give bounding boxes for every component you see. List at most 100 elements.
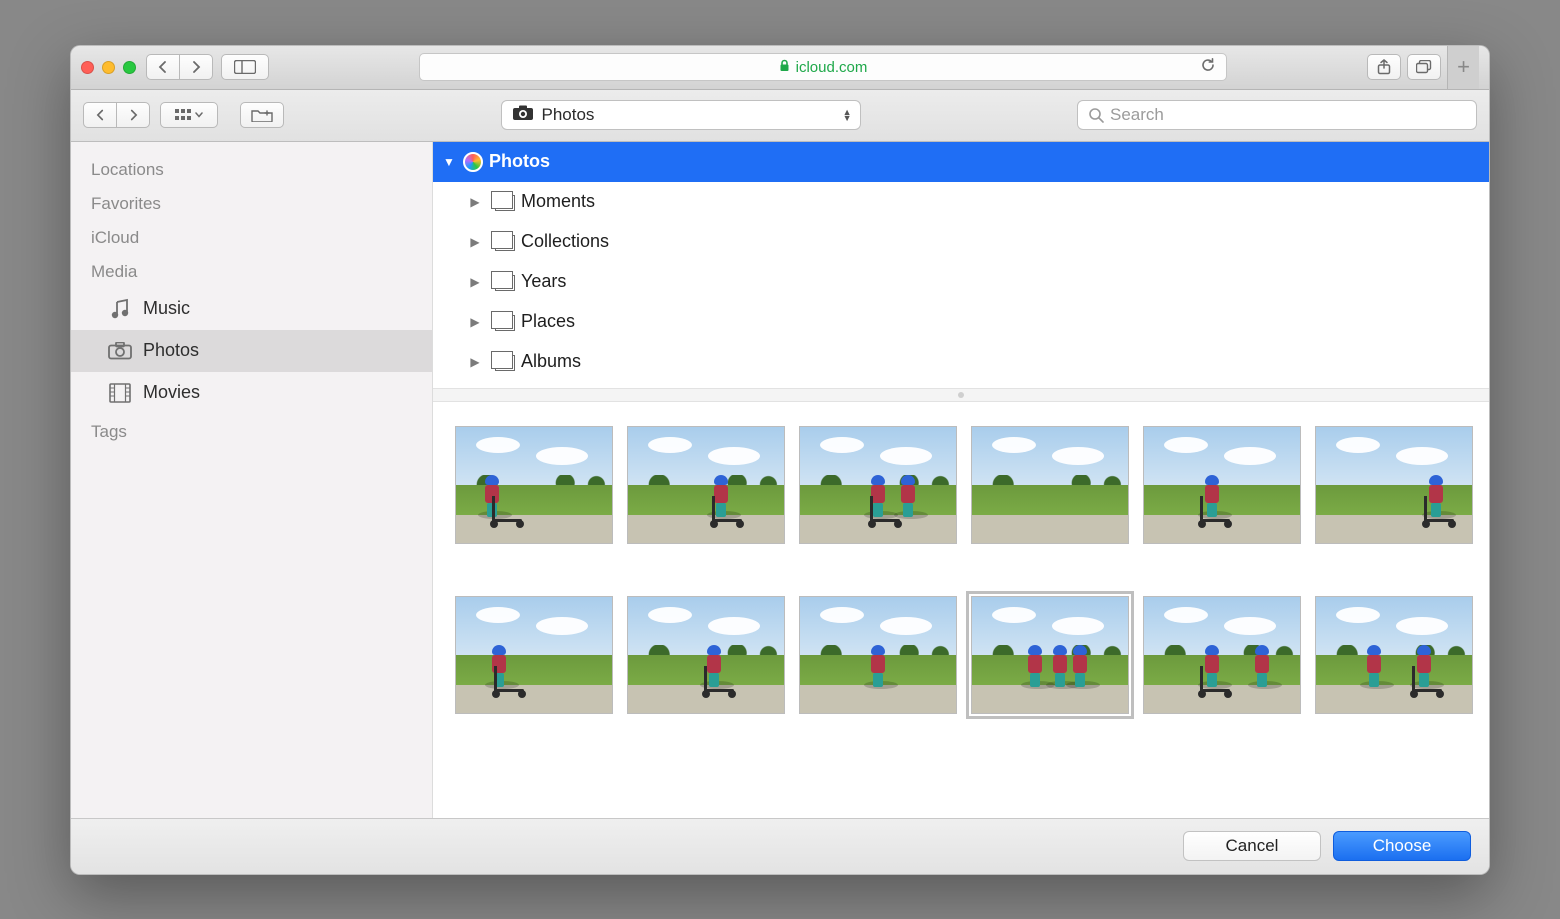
chevron-down-icon (195, 112, 203, 118)
thumbnails-area (433, 402, 1489, 818)
photo-thumbnail[interactable] (1315, 426, 1473, 544)
panel-back-button[interactable] (83, 102, 117, 128)
browser-back-button[interactable] (146, 54, 180, 80)
view-mode-button[interactable] (160, 102, 218, 128)
safari-window: icloud.com + (70, 45, 1490, 875)
cancel-button[interactable]: Cancel (1183, 831, 1321, 861)
browser-forward-button[interactable] (179, 54, 213, 80)
camera-icon (512, 105, 534, 126)
zoom-window-button[interactable] (123, 61, 136, 74)
collection-icon (495, 315, 515, 331)
camera-icon (107, 342, 133, 360)
share-button[interactable] (1367, 54, 1401, 80)
photo-thumbnail[interactable] (971, 426, 1129, 544)
disclosure-right-icon: ▶ (467, 195, 483, 209)
disclosure-right-icon: ▶ (467, 315, 483, 329)
chevron-right-icon (129, 109, 138, 121)
sidebar-icon (234, 60, 256, 74)
grip-icon (958, 392, 964, 398)
source-tree: ▼ Photos ▶ Moments ▶ Collections ▶ Years ▶ Plac… (433, 142, 1489, 388)
address-bar[interactable]: icloud.com (419, 53, 1227, 81)
close-window-button[interactable] (81, 61, 94, 74)
icon-view-icon (175, 109, 191, 121)
dialog-footer: Cancel Choose (71, 818, 1489, 874)
collection-icon (495, 235, 515, 251)
location-popup[interactable]: Photos ▲▼ (501, 100, 861, 130)
photo-thumbnail[interactable] (455, 596, 613, 714)
film-icon (107, 383, 133, 403)
tree-row-label: Albums (521, 351, 581, 372)
disclosure-down-icon: ▼ (441, 155, 457, 169)
photo-thumbnail[interactable] (627, 426, 785, 544)
show-sidebar-button[interactable] (221, 54, 269, 80)
choose-button[interactable]: Choose (1333, 831, 1471, 861)
lock-icon (779, 59, 790, 75)
photo-thumbnail[interactable] (799, 426, 957, 544)
disclosure-right-icon: ▶ (467, 275, 483, 289)
sidebar-group-tags[interactable]: Tags (71, 414, 432, 448)
tree-row-label: Moments (521, 191, 595, 212)
sidebar-group-media[interactable]: Media (71, 254, 432, 288)
search-icon (1088, 107, 1104, 123)
new-folder-button[interactable] (240, 102, 284, 128)
photo-thumbnail[interactable] (627, 596, 785, 714)
search-placeholder: Search (1110, 105, 1164, 125)
plus-icon: + (1457, 54, 1470, 80)
browser-main: ▼ Photos ▶ Moments ▶ Collections ▶ Years ▶ Plac… (433, 142, 1489, 818)
tree-row-label: Years (521, 271, 566, 292)
minimize-window-button[interactable] (102, 61, 115, 74)
collection-icon (495, 275, 515, 291)
panel-forward-button[interactable] (116, 102, 150, 128)
chevron-left-icon (96, 109, 105, 121)
tree-item[interactable]: ▶ Years (433, 262, 1489, 302)
photo-thumbnail[interactable] (971, 596, 1129, 714)
browser-titlebar: icloud.com + (71, 46, 1489, 90)
photos-app-icon (463, 152, 483, 172)
disclosure-right-icon: ▶ (467, 235, 483, 249)
button-label: Cancel (1226, 836, 1279, 856)
new-tab-button[interactable]: + (1447, 45, 1479, 89)
sidebar-item-label: Music (143, 298, 190, 319)
disclosure-right-icon: ▶ (467, 355, 483, 369)
photo-thumbnail[interactable] (1315, 596, 1473, 714)
sidebar-group-icloud[interactable]: iCloud (71, 220, 432, 254)
tree-root-photos[interactable]: ▼ Photos (433, 142, 1489, 182)
collection-icon (495, 195, 515, 211)
collection-icon (495, 355, 515, 371)
tabs-icon (1416, 60, 1432, 74)
tree-item[interactable]: ▶ Albums (433, 342, 1489, 382)
search-input[interactable]: Search (1077, 100, 1477, 130)
location-popup-label: Photos (542, 105, 595, 125)
sidebar-item-photos[interactable]: Photos (71, 330, 432, 372)
photo-thumbnail[interactable] (799, 596, 957, 714)
tree-row-label: Collections (521, 231, 609, 252)
window-controls (81, 61, 136, 74)
tree-item[interactable]: ▶ Collections (433, 222, 1489, 262)
address-url: icloud.com (796, 59, 868, 76)
sidebar-group-favorites[interactable]: Favorites (71, 186, 432, 220)
sidebar: Locations Favorites iCloud Media Music P… (71, 142, 433, 818)
share-icon (1377, 59, 1391, 75)
chevron-right-icon (191, 61, 201, 73)
new-folder-icon (251, 108, 273, 122)
music-icon (107, 298, 133, 320)
tree-row-label: Photos (489, 151, 550, 172)
sidebar-item-label: Photos (143, 340, 199, 361)
tree-item[interactable]: ▶ Places (433, 302, 1489, 342)
reload-button[interactable] (1200, 57, 1216, 77)
open-panel-toolbar: Photos ▲▼ Search (71, 90, 1489, 142)
tree-item[interactable]: ▶ Moments (433, 182, 1489, 222)
reload-icon (1200, 57, 1216, 73)
photo-thumbnail[interactable] (455, 426, 613, 544)
sidebar-group-locations[interactable]: Locations (71, 152, 432, 186)
sidebar-item-music[interactable]: Music (71, 288, 432, 330)
splitter-handle[interactable] (433, 388, 1489, 402)
button-label: Choose (1373, 836, 1432, 856)
stepper-arrows-icon: ▲▼ (843, 109, 852, 121)
tree-row-label: Places (521, 311, 575, 332)
sidebar-item-movies[interactable]: Movies (71, 372, 432, 414)
photo-thumbnail[interactable] (1143, 426, 1301, 544)
sidebar-item-label: Movies (143, 382, 200, 403)
photo-thumbnail[interactable] (1143, 596, 1301, 714)
show-tabs-button[interactable] (1407, 54, 1441, 80)
